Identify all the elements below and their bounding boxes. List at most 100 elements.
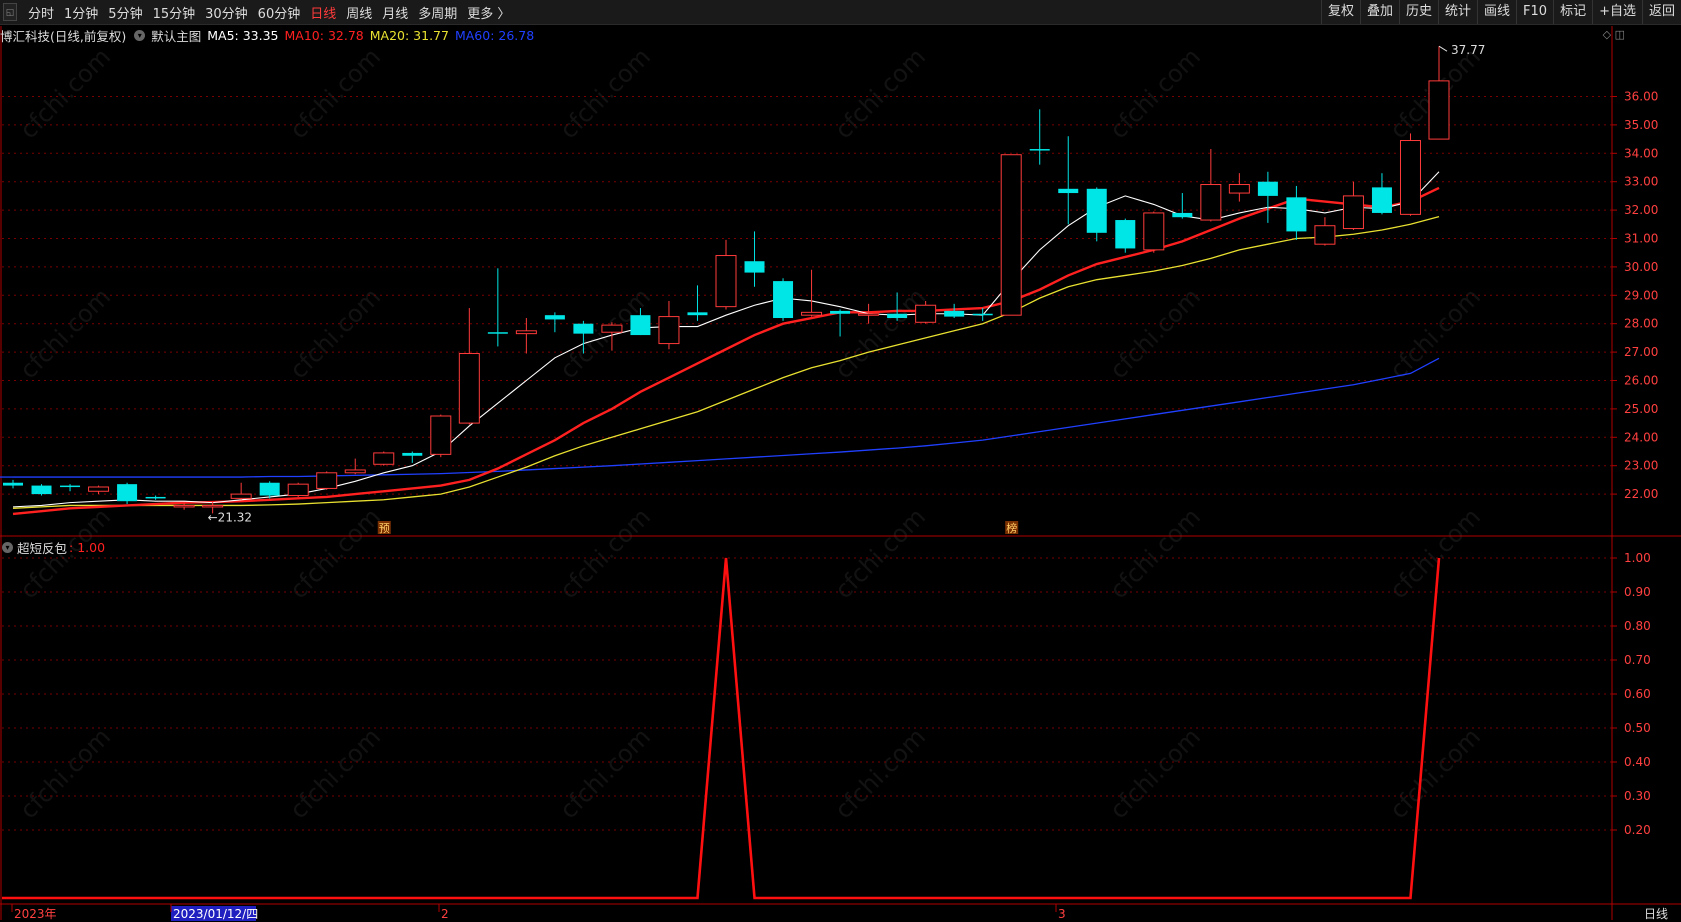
candle-body-down — [402, 452, 423, 456]
candle-body-up — [658, 316, 680, 345]
indicator-infobar: ▾ 超短反包 : 1.00 — [0, 538, 105, 556]
watermark-text: cfchi.com — [554, 723, 656, 825]
candle-body-down — [3, 482, 23, 486]
watermark-text: cfchi.com — [14, 283, 116, 385]
candle-body-up — [458, 353, 480, 424]
candle-body-up — [1000, 154, 1022, 316]
low-price-label: ←21.32 — [208, 510, 252, 524]
candle-body-down — [1058, 188, 1079, 194]
y-tick-label: 0.40 — [1624, 755, 1651, 769]
candle-body-up — [1399, 140, 1421, 215]
high-pointer — [1438, 45, 1448, 52]
watermark-text: cfchi.com — [1384, 283, 1486, 385]
watermark-text: cfchi.com — [284, 43, 386, 145]
candle-body-up — [1200, 184, 1222, 221]
candle-body-down — [145, 496, 166, 499]
stock-title[interactable]: 博汇科技(日线,前复权) — [0, 26, 126, 45]
template-name[interactable]: 默认主图 — [151, 26, 201, 45]
candle-body-up — [1342, 195, 1364, 230]
watermark-text: cfchi.com — [284, 283, 386, 385]
candle-body-up — [287, 483, 309, 497]
event-marker-label: 榜 — [1006, 521, 1017, 535]
x-tick-label: 2023年 — [14, 907, 57, 921]
watermark-text: cfchi.com — [829, 723, 931, 825]
x-tick-label: 3 — [1058, 907, 1066, 921]
y-tick-label: 25.00 — [1624, 402, 1658, 416]
ma5-line — [12, 171, 1440, 508]
candle-body-up — [858, 313, 880, 316]
candle-body-down — [887, 313, 908, 319]
candle-body-down — [259, 482, 280, 496]
candle-body-down — [1286, 197, 1307, 232]
watermark-text: cfchi.com — [554, 503, 656, 605]
watermark-text: cfchi.com — [829, 43, 931, 145]
watermark-text: cfchi.com — [1104, 723, 1206, 825]
candle-body-down — [60, 485, 81, 488]
x-tick-label: 2023/01/12/四 — [173, 907, 258, 921]
candle-body-down — [630, 315, 651, 336]
watermark-text: cfchi.com — [1384, 723, 1486, 825]
kline-chart[interactable]: cfchi.com cfchi.com cfchi.com cfchi.com cfch… — [0, 0, 1681, 922]
ma5-label: MA5: 33.35 — [207, 27, 279, 43]
candle-body-up — [715, 255, 737, 308]
candle-body-down — [31, 485, 52, 495]
y-tick-label: 0.70 — [1624, 653, 1651, 667]
candle-body-up — [344, 469, 366, 474]
candle-body-down — [1257, 181, 1278, 196]
y-tick-label: 36.00 — [1624, 90, 1658, 104]
candle-body-down — [687, 312, 708, 316]
candles-layer — [3, 46, 1450, 514]
pane-controls: ◇ ◫ — [1603, 28, 1625, 41]
period-label: 日线 — [1644, 907, 1668, 921]
candle-body-down — [773, 281, 794, 319]
watermark-text: cfchi.com — [1104, 283, 1206, 385]
watermark-layer: cfchi.com cfchi.com cfchi.com cfchi.com cfch… — [14, 43, 1486, 825]
indicator-value: : 1.00 — [69, 539, 106, 555]
template-dropdown-icon[interactable]: ▾ — [134, 29, 146, 41]
candle-body-up — [801, 311, 823, 316]
candle-body-up — [601, 324, 623, 333]
y-tick-label: 0.90 — [1624, 585, 1651, 599]
y-tick-label: 22.00 — [1624, 487, 1658, 501]
ma20-label: MA20: 31.77 — [369, 27, 449, 43]
y-tick-label: 0.60 — [1624, 687, 1651, 701]
candle-body-up — [515, 330, 537, 335]
y-tick-label: 24.00 — [1624, 430, 1658, 444]
watermark-text: cfchi.com — [14, 43, 116, 145]
y-tick-label: 0.30 — [1624, 789, 1651, 803]
indicator-layer — [2, 557, 1441, 900]
watermark-text: cfchi.com — [284, 503, 386, 605]
y-tick-label: 34.00 — [1624, 146, 1658, 160]
candle-body-up — [1143, 212, 1165, 251]
y-tick-label: 32.00 — [1624, 203, 1658, 217]
maximize-icon[interactable]: ◫ — [1615, 28, 1625, 41]
candle-body-down — [1371, 187, 1392, 213]
watermark-text: cfchi.com — [284, 723, 386, 825]
ma60-line — [13, 357, 1440, 478]
watermark-text: cfchi.com — [829, 503, 931, 605]
y-tick-label: 27.00 — [1624, 345, 1658, 359]
ma10-label: MA10: 32.78 — [284, 27, 364, 43]
watermark-text: cfchi.com — [14, 723, 116, 825]
x-tick-label: 2 — [441, 907, 449, 921]
candle-body-down — [1172, 212, 1193, 218]
candle-body-up — [88, 486, 110, 492]
candle-body-up — [1314, 225, 1336, 245]
candle-body-down — [544, 315, 565, 320]
candle-body-down — [744, 261, 765, 273]
diamond-icon[interactable]: ◇ — [1603, 28, 1611, 41]
candle-body-down — [1029, 149, 1050, 151]
indicator-dropdown-icon[interactable]: ▾ — [2, 541, 13, 553]
candle-body-up — [915, 304, 937, 323]
indicator-name[interactable]: 超短反包 — [17, 538, 67, 557]
y-tick-label: 31.00 — [1624, 232, 1658, 246]
y-tick-label: 23.00 — [1624, 459, 1658, 473]
main-chart-infobar: 博汇科技(日线,前复权) ▾ 默认主图 MA5: 33.35 MA10: 32.… — [0, 26, 540, 44]
watermark-text: cfchi.com — [554, 43, 656, 145]
candle-body-down — [117, 484, 138, 502]
candle-body-down — [1115, 220, 1136, 249]
watermark-text: cfchi.com — [1104, 43, 1206, 145]
y-tick-label: 35.00 — [1624, 118, 1658, 132]
high-price-label: 37.77 — [1451, 43, 1485, 57]
candle-body-down — [1086, 188, 1107, 233]
